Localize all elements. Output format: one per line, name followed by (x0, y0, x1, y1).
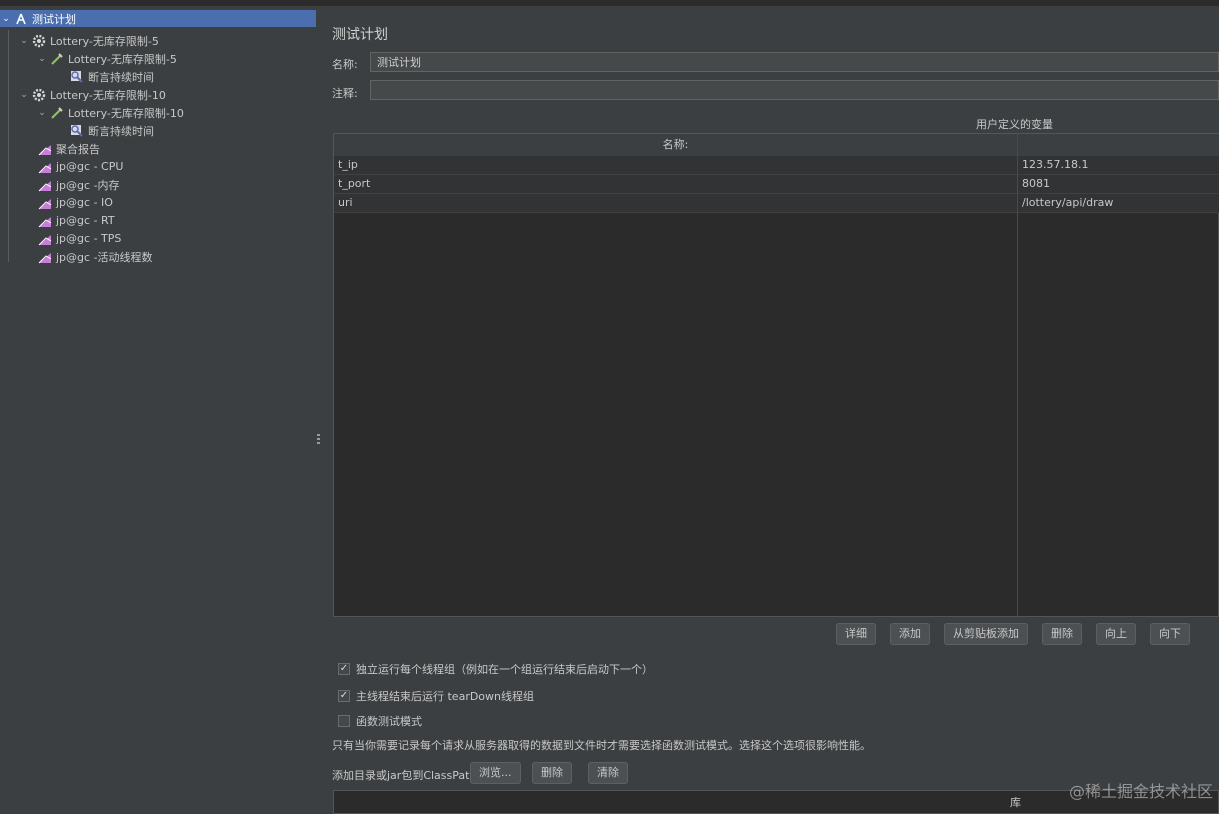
tree-item-thread-group-10[interactable]: ⌄ Lottery-无库存限制-10 (18, 86, 166, 103)
checkbox-label: 函数测试模式 (356, 715, 422, 728)
tree-item-label: jp@gc - CPU (56, 160, 124, 173)
watermark: @稀土掘金技术社区 (1068, 782, 1213, 801)
tree-item-io[interactable]: jp@gc - IO (38, 194, 113, 211)
checkbox-label: 主线程结束后运行 tearDown线程组 (356, 690, 535, 703)
table-row[interactable]: uri /lottery/api/draw (334, 194, 1219, 213)
column-header-name[interactable]: 名称: (334, 134, 1017, 156)
comment-label: 注释: (332, 87, 358, 100)
chart-icon (38, 196, 52, 210)
test-plan-tree[interactable]: ⌄ 测试计划 ⌄ Lottery-无库存限制-5 ⌄ Lottery-无库存限制… (0, 6, 317, 808)
variable-name[interactable]: uri (338, 194, 353, 212)
tree-item-cpu[interactable]: jp@gc - CPU (38, 158, 123, 175)
test-plan-icon (14, 12, 28, 26)
browse-button[interactable]: 浏览... (470, 762, 521, 784)
tree-item-thread-group-5[interactable]: ⌄ Lottery-无库存限制-5 (18, 32, 159, 49)
tree-item-aggregate-report[interactable]: 聚合报告 (38, 140, 100, 157)
tree-item-label: 断言持续时间 (88, 124, 154, 138)
run-teardown-checkbox[interactable]: ✓ 主线程结束后运行 tearDown线程组 (338, 688, 534, 704)
chart-icon (38, 250, 52, 264)
tree-item-label: 聚合报告 (56, 142, 100, 156)
tree-item-rt[interactable]: jp@gc - RT (38, 212, 115, 229)
variable-name[interactable]: t_ip (338, 156, 358, 174)
tree-item-label: jp@gc - RT (56, 214, 115, 227)
tree-item-label: Lottery-无库存限制-5 (50, 34, 159, 48)
pipette-icon (50, 106, 64, 120)
add-button[interactable]: 添加 (890, 623, 930, 645)
variable-value[interactable]: 123.57.18.1 (1022, 156, 1088, 174)
comment-field[interactable] (370, 80, 1219, 100)
functional-mode-note: 只有当你需要记录每个请求从服务器取得的数据到文件时才需要选择函数测试模式。选择这… (332, 739, 871, 752)
column-header-value[interactable] (1018, 134, 1218, 156)
pipette-icon (50, 52, 64, 66)
move-down-button[interactable]: 向下 (1150, 623, 1190, 645)
assertion-icon (70, 124, 84, 138)
user-defined-variables-title: 用户定义的变量 (976, 118, 1053, 131)
chevron-down-icon[interactable]: ⌄ (36, 54, 48, 64)
tree-item-label: Lottery-无库存限制-10 (68, 106, 184, 120)
tree-item-duration-assertion-5[interactable]: 断言持续时间 (70, 68, 154, 85)
tree-item-label: jp@gc - TPS (56, 232, 122, 245)
variable-name[interactable]: t_port (338, 175, 370, 193)
tree-guide-line (8, 30, 9, 262)
name-field[interactable] (370, 52, 1219, 72)
classpath-label: 添加目录或jar包到ClassPath (332, 769, 477, 782)
checkmark-icon[interactable]: ✓ (338, 663, 350, 675)
tree-item-duration-assertion-10[interactable]: 断言持续时间 (70, 122, 154, 139)
tree-item-http-sampler-5[interactable]: ⌄ Lottery-无库存限制-5 (36, 50, 177, 67)
tree-item-http-sampler-10[interactable]: ⌄ Lottery-无库存限制-10 (36, 104, 184, 121)
checkmark-icon[interactable]: ✓ (338, 690, 350, 702)
tree-item-label: Lottery-无库存限制-10 (50, 88, 166, 102)
move-up-button[interactable]: 向上 (1096, 623, 1136, 645)
checkbox-label: 独立运行每个线程组（例如在一个组运行结束后启动下一个） (356, 663, 653, 676)
column-header-library: 库 (1010, 796, 1021, 809)
tree-item-label: jp@gc -内存 (56, 178, 120, 192)
variable-value[interactable]: 8081 (1022, 175, 1050, 193)
chart-icon (38, 214, 52, 228)
tree-item-test-plan[interactable]: ⌄ 测试计划 (0, 10, 316, 27)
tree-item-label: 测试计划 (32, 12, 76, 26)
page-title: 测试计划 (332, 27, 388, 43)
chart-icon (38, 232, 52, 246)
table-row[interactable]: t_port 8081 (334, 175, 1219, 194)
delete-button[interactable]: 删除 (1042, 623, 1082, 645)
column-separator (1017, 134, 1018, 618)
table-header: 名称: (334, 134, 1219, 157)
tree-item-label: Lottery-无库存限制-5 (68, 52, 177, 66)
variables-table[interactable]: 名称: t_ip 123.57.18.1 t_port 8081 uri /lo… (333, 133, 1219, 618)
gear-icon (32, 34, 46, 48)
chart-icon (38, 178, 52, 192)
tree-item-label: 断言持续时间 (88, 70, 154, 84)
chevron-down-icon[interactable]: ⌄ (18, 90, 30, 100)
chart-icon (38, 160, 52, 174)
tree-item-label: jp@gc - IO (56, 196, 113, 209)
splitter-grip-icon[interactable] (317, 434, 320, 446)
classpath-delete-button[interactable]: 删除 (532, 762, 572, 784)
gear-icon (32, 88, 46, 102)
chart-icon (38, 142, 52, 156)
add-from-clipboard-button[interactable]: 从剪贴板添加 (944, 623, 1028, 645)
classpath-clear-button[interactable]: 清除 (588, 762, 628, 784)
tree-item-memory[interactable]: jp@gc -内存 (38, 176, 120, 193)
variable-value[interactable]: /lottery/api/draw (1022, 194, 1113, 212)
tree-item-active-threads[interactable]: jp@gc -活动线程数 (38, 248, 153, 265)
name-label: 名称: (332, 58, 358, 71)
tree-item-tps[interactable]: jp@gc - TPS (38, 230, 121, 247)
chevron-down-icon[interactable]: ⌄ (18, 36, 30, 46)
unchecked-box-icon[interactable] (338, 715, 350, 727)
chevron-down-icon[interactable]: ⌄ (0, 14, 12, 24)
detail-button[interactable]: 详细 (836, 623, 876, 645)
table-row[interactable]: t_ip 123.57.18.1 (334, 156, 1219, 175)
run-thread-groups-independently-checkbox[interactable]: ✓ 独立运行每个线程组（例如在一个组运行结束后启动下一个） (338, 661, 653, 677)
chevron-down-icon[interactable]: ⌄ (36, 108, 48, 118)
tree-item-label: jp@gc -活动线程数 (56, 250, 153, 264)
assertion-icon (70, 70, 84, 84)
test-plan-editor: 测试计划 名称: 注释: 用户定义的变量 名称: t_ip 123.57.18.… (322, 6, 1219, 814)
functional-test-mode-checkbox[interactable]: 函数测试模式 (338, 713, 422, 729)
